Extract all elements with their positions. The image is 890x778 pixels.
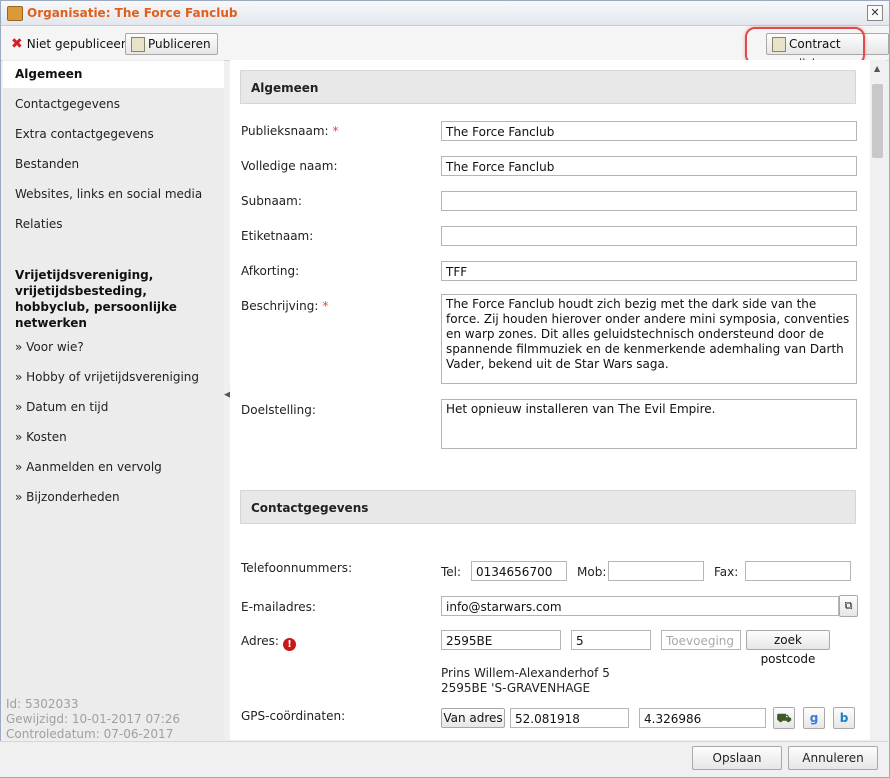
sidebar-item-voor-wie[interactable]: » Voor wie? (15, 340, 84, 354)
footer: Opslaan Annuleren (0, 741, 888, 777)
cancel-button[interactable]: Annuleren (788, 746, 878, 770)
tel-input[interactable]: 0134656700 (471, 561, 567, 581)
email-input[interactable]: info@starwars.com (441, 596, 839, 616)
beschrijving-label-text: Beschrijving: (241, 299, 319, 313)
doelstelling-textarea[interactable]: Het opnieuw installeren van The Evil Emp… (441, 399, 857, 449)
address-label-text: Adres: (241, 634, 279, 648)
open-external-icon[interactable]: ⧉ (839, 595, 858, 617)
required-mark: * (332, 124, 339, 138)
etiketnaam-label: Etiketnaam: (241, 229, 314, 243)
check-date: Controledatum: 07-06-2017 (6, 727, 174, 741)
publieksnaam-label-text: Publieksnaam: (241, 124, 329, 138)
required-mark: * (322, 299, 329, 313)
sidebar-item-datum-tijd[interactable]: » Datum en tijd (15, 400, 108, 414)
title-bar: Organisatie: The Force Fanclub ✕ (1, 1, 889, 26)
sidebar-item-contactgegevens[interactable]: Contactgegevens (15, 97, 120, 111)
email-label: E-mailadres: (241, 600, 316, 614)
sidebar-item-algemeen[interactable]: Algemeen (15, 67, 82, 81)
sidebar-item-relaties[interactable]: Relaties (15, 217, 63, 231)
address-label: Adres:! (241, 634, 296, 651)
sidebar-item-websites[interactable]: Websites, links en social media (15, 187, 202, 201)
housenumber-input[interactable]: 5 (571, 630, 651, 650)
warning-icon: ! (282, 638, 296, 651)
volledige-naam-label: Volledige naam: (241, 159, 338, 173)
record-id: Id: 5302033 (6, 697, 79, 711)
gps-label: GPS-coördinaten: (241, 709, 346, 723)
section-algemeen-heading: Algemeen (240, 70, 856, 104)
publieksnaam-label: Publieksnaam: * (241, 124, 339, 138)
publish-status-label: Niet gepubliceerd (26, 37, 134, 51)
volledige-naam-input[interactable]: The Force Fanclub (441, 156, 857, 176)
address-line-city: 2595BE 'S-GRAVENHAGE (441, 681, 591, 695)
sidebar-item-hobby[interactable]: » Hobby of vrijetijdsvereniging (15, 370, 199, 384)
afkorting-input[interactable]: TFF (441, 261, 857, 281)
main-form: Algemeen Publieksnaam: * The Force Fanclu… (230, 60, 870, 740)
publish-status: ✖ Niet gepubliceerd (11, 36, 133, 52)
fax-input[interactable] (745, 561, 851, 581)
fax-label: Fax: (714, 565, 739, 579)
beschrijving-label: Beschrijving: * (241, 299, 328, 313)
scroll-thumb[interactable] (872, 84, 883, 158)
mob-label: Mob: (577, 565, 607, 579)
section-contact-heading: Contactgegevens (240, 490, 856, 524)
scroll-up-icon[interactable]: ▲ (874, 64, 880, 73)
sidebar-item-extra-contactgegevens[interactable]: Extra contactgegevens (15, 127, 154, 141)
mob-input[interactable] (608, 561, 704, 581)
unpublished-cross-icon: ✖ (11, 36, 23, 52)
close-icon[interactable]: ✕ (867, 5, 883, 21)
modified-date: Gewijzigd: 10-01-2017 07:26 (6, 712, 181, 726)
publieksnaam-input[interactable]: The Force Fanclub (441, 121, 857, 141)
tel-label: Tel: (441, 565, 462, 579)
afkorting-label: Afkorting: (241, 264, 300, 278)
bing-maps-icon[interactable]: b (833, 707, 855, 729)
subnaam-label: Subnaam: (241, 194, 302, 208)
publish-button-label: Publiceren (148, 37, 211, 51)
doelstelling-label: Doelstelling: (241, 403, 316, 417)
longitude-input[interactable]: 4.326986 (639, 708, 766, 728)
lookup-postcode-button[interactable]: zoek postcode (746, 630, 830, 666)
sidebar-group-heading: Vrijetijdsvereniging, vrijetijdsbestedin… (15, 268, 177, 330)
save-button[interactable]: Opslaan (692, 746, 782, 770)
scrollbar[interactable]: ▲ (870, 60, 886, 740)
sidebar-item-bijzonderheden[interactable]: » Bijzonderheden (15, 490, 120, 504)
sidebar-item-kosten[interactable]: » Kosten (15, 430, 67, 444)
publish-button[interactable]: Publiceren (125, 33, 218, 55)
sidebar-item-bestanden[interactable]: Bestanden (15, 157, 79, 171)
publish-icon (131, 37, 145, 52)
latitude-input[interactable]: 52.081918 (510, 708, 629, 728)
phones-label: Telefoonnummers: (241, 561, 353, 575)
etiketnaam-input[interactable] (441, 226, 857, 246)
sidebar-item-aanmelden[interactable]: » Aanmelden en vervolg (15, 460, 162, 474)
streetview-icon[interactable]: ⛟ (773, 707, 795, 729)
dialog-title: Organisatie: The Force Fanclub (27, 6, 238, 20)
from-address-button[interactable]: Van adres (441, 708, 505, 728)
addition-input[interactable]: Toevoeging (661, 630, 741, 650)
organisation-icon (7, 6, 23, 21)
postcode-input[interactable]: 2595BE (441, 630, 561, 650)
google-maps-icon[interactable]: g (803, 707, 825, 729)
subnaam-input[interactable] (441, 191, 857, 211)
beschrijving-textarea[interactable]: The Force Fanclub houdt zich bezig met t… (441, 294, 857, 384)
address-line-street: Prins Willem-Alexanderhof 5 (441, 666, 610, 680)
